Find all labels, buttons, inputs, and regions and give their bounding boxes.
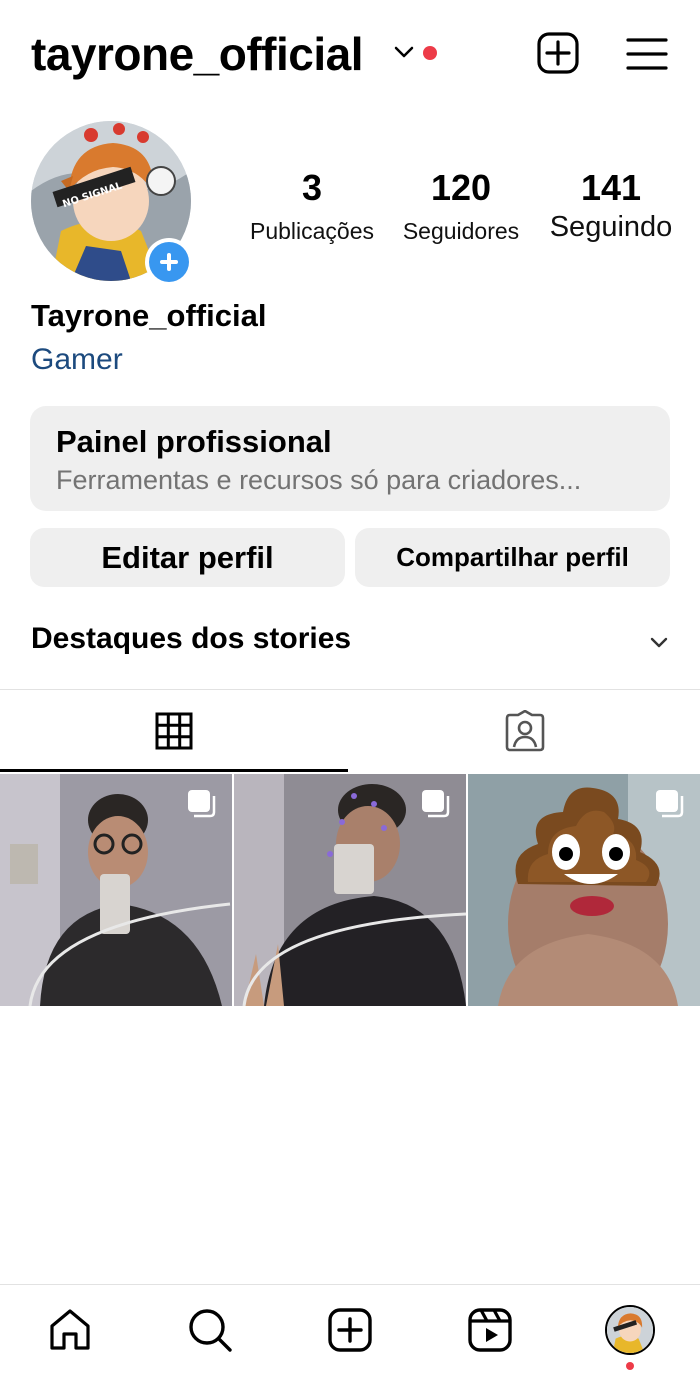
following-label: Seguindo [549,211,673,243]
top-bar: tayrone_official [0,0,700,110]
reels-icon[interactable] [466,1306,514,1354]
profile-avatar-container[interactable]: NO SIGNAL [31,121,193,286]
tagged-icon [505,710,545,752]
notification-dot [626,1362,634,1370]
profile-username[interactable]: tayrone_official [31,28,364,80]
active-tab-indicator [0,769,348,772]
notification-dot [423,46,437,60]
add-story-button[interactable] [145,238,193,286]
home-icon[interactable] [46,1306,94,1354]
edit-profile-button[interactable]: Editar perfil [30,528,345,587]
posts-count: 3 [301,167,323,208]
following-count: 141 [580,167,642,208]
multiple-photos-icon [656,790,684,818]
create-post-icon[interactable] [536,31,580,75]
profile-category: Gamer [31,343,123,376]
followers-count: 120 [430,167,492,208]
hamburger-menu-icon[interactable] [626,37,668,71]
share-profile-button[interactable]: Compartilhar perfil [355,528,670,587]
search-icon[interactable] [186,1306,234,1354]
multiple-photos-icon [422,790,450,818]
followers-label: Seguidores [402,218,520,244]
plus-icon [149,242,189,282]
profile-display-name: Tayrone_official [31,298,267,333]
multiple-photos-icon [188,790,216,818]
story-highlights-title[interactable]: Destaques dos stories [31,622,351,656]
tab-posts-grid[interactable] [0,690,348,772]
profile-nav-avatar[interactable] [605,1305,655,1355]
post-thumbnail[interactable] [468,774,700,1006]
grid-icon [155,712,193,750]
bottom-nav-divider [0,1284,700,1285]
post-thumbnail[interactable] [0,774,232,1006]
post-thumbnail[interactable] [234,774,466,1006]
create-icon[interactable] [326,1306,374,1354]
chevron-down-icon[interactable] [649,636,669,650]
professional-dashboard[interactable]: Painel profissional Ferramentas e recurs… [30,406,670,511]
stat-following[interactable]: 141 Seguindo [542,167,680,243]
stat-followers[interactable]: 120 Seguidores [393,168,529,246]
pro-panel-title: Painel profissional [56,424,332,459]
chevron-down-icon[interactable] [393,44,415,60]
posts-label: Publicações [249,218,375,244]
pro-panel-subtitle: Ferramentas e recursos só para criadores… [56,465,582,495]
tab-tagged[interactable] [350,690,700,772]
stat-posts[interactable]: 3 Publicações [244,168,380,246]
